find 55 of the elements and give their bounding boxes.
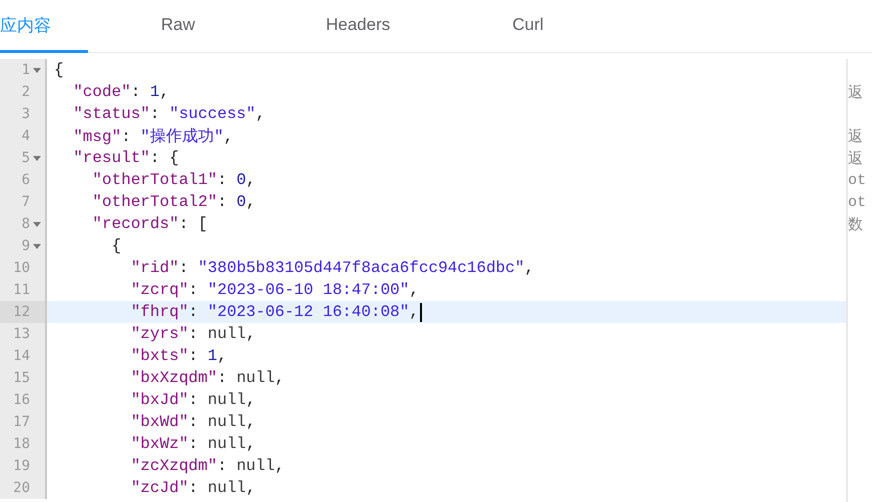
text-cursor — [420, 302, 422, 322]
code-text: "status": "success", — [72, 105, 266, 123]
line-number-gutter: 16 — [0, 389, 47, 411]
tab[interactable]: Raw — [88, 0, 268, 53]
tab[interactable]: Headers — [268, 0, 448, 53]
line-number-gutter: 3 — [0, 103, 47, 125]
code-text: "fhrq": "2023-06-12 16:40:08", — [130, 303, 419, 321]
code-text: "result": { — [72, 149, 179, 167]
code-text: "bxXzqdm": null, — [130, 369, 284, 387]
line-number-gutter: 14 — [0, 345, 47, 367]
comment-text: ot — [848, 172, 866, 188]
code-text: "zyrs": null, — [130, 325, 256, 343]
comment-text: 返 — [848, 128, 863, 146]
code-text: { — [54, 61, 64, 79]
comment-text: 返 — [848, 84, 863, 102]
code-text: { — [110, 237, 122, 255]
fold-caret-icon[interactable] — [32, 222, 40, 226]
code-text: "bxWz": null, — [130, 435, 256, 453]
comment-text: 返 — [848, 150, 863, 168]
code-text: "bxts": 1, — [130, 347, 227, 365]
code-text: "zcrq": "2023-06-10 18:47:00", — [130, 281, 419, 299]
code-text: "bxJd": null, — [130, 391, 256, 409]
comment-text: 数 — [848, 216, 863, 234]
fold-caret-icon[interactable] — [32, 156, 40, 160]
code-text: "otherTotal2": 0, — [91, 193, 256, 211]
line-number-gutter: 1 — [0, 59, 47, 81]
line-number-gutter: 19 — [0, 455, 47, 477]
code-text: "records": [ — [91, 215, 208, 233]
line-number-gutter: 8 — [0, 213, 47, 235]
line-number-gutter: 12 — [0, 301, 47, 323]
code-text: "zcJd": null, — [130, 479, 256, 497]
tab[interactable]: 应内容 — [0, 0, 88, 53]
line-number-gutter: 2 — [0, 81, 47, 103]
fold-caret-icon[interactable] — [32, 244, 40, 248]
code-text: "msg": "操作成功", — [72, 126, 234, 146]
line-number-gutter: 20 — [0, 477, 47, 499]
code-text: "code": 1, — [72, 83, 170, 101]
code-text: "zcXzqdm": null, — [130, 457, 284, 475]
line-number-gutter: 13 — [0, 323, 47, 345]
line-number-gutter: 18 — [0, 433, 47, 455]
line-number-gutter: 17 — [0, 411, 47, 433]
comment-text: ot — [848, 194, 866, 210]
line-number-gutter: 6 — [0, 169, 47, 191]
line-number-gutter: 4 — [0, 125, 47, 147]
line-number-gutter: 9 — [0, 235, 47, 257]
line-number-gutter: 15 — [0, 367, 47, 389]
code-text: "bxWd": null, — [130, 413, 256, 431]
line-number-gutter: 11 — [0, 279, 47, 301]
line-number-gutter: 10 — [0, 257, 47, 279]
fold-caret-icon[interactable] — [32, 68, 40, 72]
line-number-gutter: 7 — [0, 191, 47, 213]
tab[interactable]: Curl — [448, 0, 608, 53]
code-text: "otherTotal1": 0, — [91, 171, 256, 189]
code-text: "rid": "380b5b83105d447f8aca6fcc94c16dbc", — [130, 259, 534, 277]
line-number-gutter: 5 — [0, 147, 47, 169]
